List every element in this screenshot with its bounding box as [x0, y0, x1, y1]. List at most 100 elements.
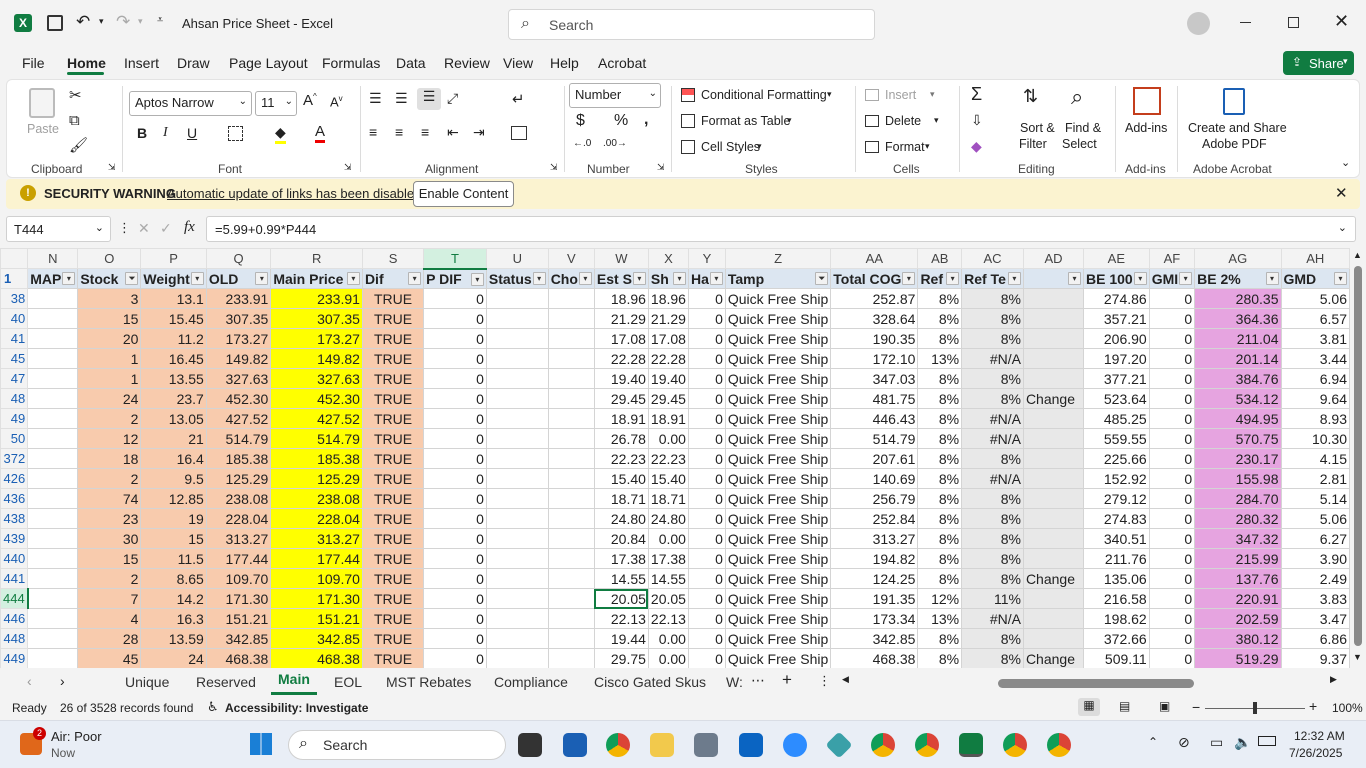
cell[interactable]: 29.45	[593, 388, 649, 409]
cell[interactable]: 19.40	[593, 368, 649, 389]
cell[interactable]: 28	[77, 628, 142, 649]
cell[interactable]: TRUE	[361, 288, 425, 309]
select-all-corner[interactable]	[0, 248, 29, 269]
row-number[interactable]: 449	[0, 648, 29, 668]
cell[interactable]: 279.12	[1083, 488, 1150, 509]
cell[interactable]	[27, 308, 79, 329]
cell[interactable]: 11.2	[140, 328, 207, 349]
cell[interactable]: 0.00	[647, 628, 689, 649]
filter-dropdown-icon[interactable]: ▾	[1265, 272, 1279, 285]
cell[interactable]: 0	[1148, 348, 1196, 369]
cell[interactable]	[547, 308, 595, 329]
cell[interactable]: 0	[687, 388, 726, 409]
cell[interactable]: Quick Free Ship	[724, 308, 832, 329]
cell[interactable]: 313.27	[270, 528, 363, 549]
cell[interactable]: 372.66	[1083, 628, 1150, 649]
cancel-entry-icon[interactable]: ✕	[138, 220, 150, 237]
formula-input[interactable]: =5.99+0.99*P444 ⌄	[206, 216, 1356, 242]
row-number[interactable]: 47	[0, 368, 29, 389]
cell[interactable]: 17.38	[593, 548, 649, 569]
cell[interactable]: 172.10	[830, 348, 919, 369]
filter-dropdown-icon[interactable]: ▾	[1334, 272, 1347, 285]
increase-font-icon[interactable]: A^	[303, 92, 317, 109]
column-header[interactable]: Z	[724, 248, 832, 269]
cell[interactable]: 13%	[917, 608, 963, 629]
cell[interactable]: 8%	[917, 628, 963, 649]
collapse-ribbon-icon[interactable]: ⌄	[1341, 156, 1350, 169]
cell[interactable]	[27, 428, 79, 449]
search-box[interactable]: ⌕ Search	[508, 9, 875, 40]
cell[interactable]: 19.44	[593, 628, 649, 649]
filter-dropdown-icon[interactable]: ▾	[946, 272, 960, 285]
filter-dropdown-icon[interactable]: ▾	[62, 272, 76, 285]
filter-dropdown-icon[interactable]: ▾	[672, 272, 686, 285]
cell[interactable]: 8%	[961, 448, 1024, 469]
dialog-launcher-icon[interactable]: ⇲	[344, 162, 352, 173]
cell[interactable]: 0	[1148, 468, 1196, 489]
cell[interactable]	[547, 468, 595, 489]
cell[interactable]: 9.64	[1280, 388, 1350, 409]
cell[interactable]: 0	[687, 588, 726, 609]
sheet-tab-cisco-gated-skus[interactable]: Cisco Gated Skus	[594, 674, 706, 690]
copy-icon[interactable]: ⧉	[69, 112, 80, 129]
cell[interactable]: 342.85	[830, 628, 919, 649]
cell[interactable]: TRUE	[361, 428, 425, 449]
filter-header-cell[interactable]: P DIF ▾	[423, 268, 487, 289]
column-header[interactable]: R	[270, 248, 363, 269]
filter-header-cell[interactable]: Total COG ▾	[830, 268, 919, 289]
cell[interactable]: Quick Free Ship	[724, 508, 832, 529]
menu-file[interactable]: File	[22, 55, 45, 71]
cell[interactable]	[27, 368, 79, 389]
cell[interactable]: 23	[77, 508, 142, 529]
filter-dropdown-icon[interactable]: ▾	[1007, 272, 1021, 285]
cell[interactable]: TRUE	[361, 508, 425, 529]
align-left-icon[interactable]: ≡	[369, 124, 377, 140]
cell[interactable]	[485, 308, 549, 329]
cell[interactable]: 0	[687, 468, 726, 489]
cell[interactable]: 8%	[961, 528, 1024, 549]
cell[interactable]: 0	[423, 448, 487, 469]
accessibility-status[interactable]: Accessibility: Investigate	[225, 701, 368, 715]
font-color-icon[interactable]: A	[315, 123, 326, 143]
app-icon[interactable]	[825, 731, 853, 759]
cell[interactable]: 0	[1148, 308, 1196, 329]
column-header[interactable]: AE	[1083, 248, 1150, 269]
filter-header-cell[interactable]: ▾	[1022, 268, 1085, 289]
row-number[interactable]: 41	[0, 328, 29, 349]
sort-filter-label-2[interactable]: Filter	[1019, 137, 1047, 151]
cell[interactable]	[27, 388, 79, 409]
cell[interactable]	[485, 388, 549, 409]
cell[interactable]	[485, 528, 549, 549]
weather-title[interactable]: Air: Poor	[51, 729, 102, 744]
filter-active-icon[interactable]: ⏷	[815, 272, 829, 285]
cell[interactable]: 191.35	[830, 588, 919, 609]
cell[interactable]: Quick Free Ship	[724, 448, 832, 469]
battery-icon[interactable]	[1258, 736, 1276, 746]
cell[interactable]: 8%	[917, 368, 963, 389]
cell[interactable]: 0	[423, 588, 487, 609]
name-box[interactable]: T444 ⌄	[6, 216, 111, 242]
adobe-pdf-label[interactable]: Adobe PDF	[1202, 137, 1267, 151]
cell[interactable]: 11.5	[140, 548, 207, 569]
cell[interactable]: 514.79	[830, 428, 919, 449]
excel-taskbar-icon[interactable]	[959, 733, 983, 757]
cell[interactable]: 0	[1148, 548, 1196, 569]
cell[interactable]: 3	[77, 288, 142, 309]
cell[interactable]: 206.90	[1083, 328, 1150, 349]
cell[interactable]: 8%	[961, 488, 1024, 509]
scroll-down-icon[interactable]: ▼	[1353, 652, 1362, 662]
cell[interactable]	[27, 508, 79, 529]
format-painter-icon[interactable]: 🖌	[69, 136, 88, 154]
filter-header-cell[interactable]: BE 100 ▾	[1083, 268, 1150, 289]
cell[interactable]: 215.99	[1194, 548, 1282, 569]
cell[interactable]: 0	[1148, 428, 1196, 449]
cell[interactable]: 15.40	[647, 468, 689, 489]
cell[interactable]: 6.86	[1280, 628, 1350, 649]
cell[interactable]: 155.98	[1194, 468, 1282, 489]
tab-options-icon[interactable]: ⋮	[818, 673, 831, 689]
cell[interactable]: 0	[423, 408, 487, 429]
cell[interactable]: 0	[423, 548, 487, 569]
sheet-tab-mst-rebates[interactable]: MST Rebates	[386, 674, 471, 690]
cell[interactable]: 534.12	[1194, 388, 1282, 409]
cell[interactable]: 8%	[917, 568, 963, 589]
